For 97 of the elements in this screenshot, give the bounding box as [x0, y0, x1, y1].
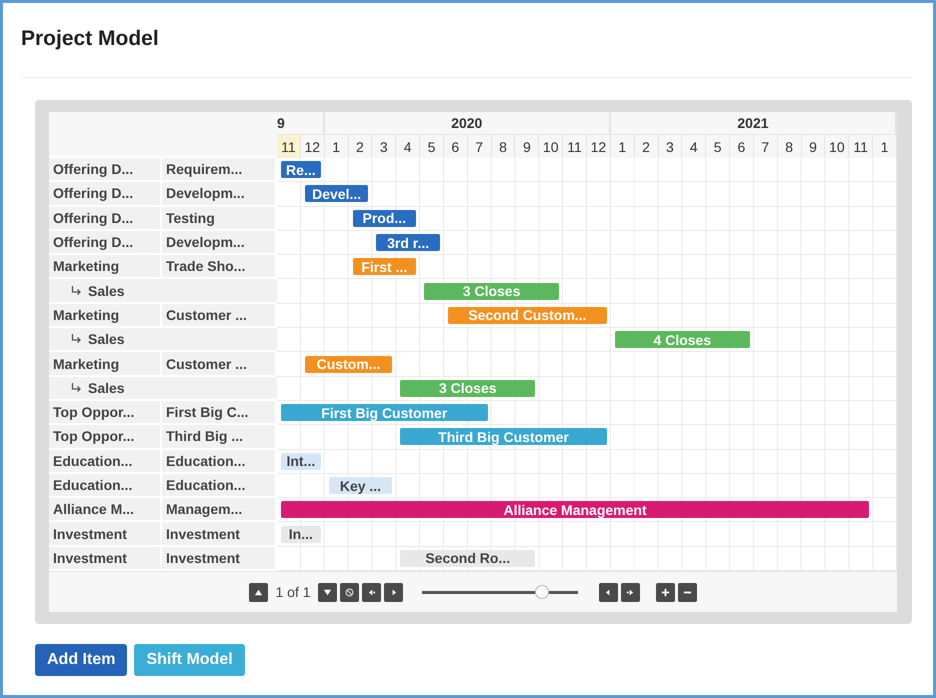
task-bar[interactable]: Third Big Customer	[400, 428, 607, 446]
task-cell: First Big C...	[162, 400, 277, 426]
page-down-button[interactable]	[318, 582, 337, 602]
expand-button[interactable]	[620, 582, 640, 602]
left-arrow-icon	[366, 588, 376, 597]
task-cell: Requirem...	[162, 158, 277, 182]
up-arrow-icon	[254, 588, 264, 597]
zoom-in-button[interactable]	[656, 582, 675, 602]
year-label: 2020	[451, 115, 482, 131]
page-indicator: 1 of 1	[275, 584, 311, 600]
add-item-button[interactable]: Add Item	[35, 644, 128, 676]
group-cell: Marketing	[49, 255, 162, 280]
month-label: 6	[444, 135, 468, 158]
task-bar[interactable]: 4 Closes	[614, 331, 750, 348]
task-bar[interactable]: Re...	[281, 161, 321, 178]
task-bar[interactable]: Alliance Management	[281, 501, 870, 518]
task-bar[interactable]: Second Ro...	[400, 550, 536, 567]
group-cell: Marketing	[49, 304, 162, 328]
shift-model-button[interactable]: Shift Model	[134, 644, 245, 676]
task-bar[interactable]: 3 Closes	[400, 380, 536, 397]
child-arrow-icon	[71, 382, 82, 393]
month-label: 7	[468, 135, 492, 158]
task-cell: Customer ...	[162, 352, 277, 377]
year-label: 2021	[737, 115, 769, 131]
task-cell: Education...	[162, 474, 277, 498]
subtask-label: Sales	[88, 331, 125, 348]
page-up-button[interactable]	[249, 582, 268, 602]
month-label: 5	[420, 135, 444, 158]
month-label: 8	[778, 135, 802, 158]
month-label: 5	[706, 135, 730, 158]
group-cell: Offering D...	[49, 158, 162, 182]
task-bar[interactable]: 3rd r...	[376, 234, 440, 252]
group-cell: Top Oppor...	[49, 425, 162, 450]
plus-icon	[660, 588, 670, 597]
month-label: 9	[515, 135, 540, 158]
scroll-left-button[interactable]	[362, 582, 381, 602]
group-cell: Offering D...	[49, 182, 162, 207]
task-cell: Testing	[162, 206, 277, 231]
month-label: 1	[324, 135, 349, 158]
month-label: 2	[634, 135, 658, 158]
month-label: 3	[658, 135, 682, 158]
task-bar[interactable]: Key ...	[328, 477, 392, 494]
task-cell: Customer ...	[162, 304, 277, 328]
month-label: 11	[277, 135, 301, 158]
zoom-out-button[interactable]	[678, 582, 697, 602]
child-arrow-icon	[71, 334, 82, 344]
child-arrow-icon	[71, 286, 82, 296]
task-bar[interactable]: First Big Customer	[281, 404, 488, 422]
shrink-button[interactable]	[598, 582, 618, 602]
task-bar[interactable]: Int...	[281, 452, 321, 470]
task-cell: Education...	[162, 450, 277, 474]
group-cell: Education...	[49, 450, 162, 474]
month-label: 8	[492, 135, 516, 158]
group-cell: Education...	[49, 474, 162, 498]
down-arrow-icon	[322, 588, 332, 597]
month-label: 3	[372, 135, 396, 158]
task-cell: Investment	[162, 546, 277, 572]
month-label: 7	[754, 135, 778, 158]
month-label: 12	[300, 135, 325, 158]
month-label: 9	[802, 135, 826, 158]
task-cell: Trade Sho...	[162, 255, 277, 280]
slider-thumb[interactable]	[534, 585, 549, 600]
group-cell: Offering D...	[49, 230, 162, 256]
page-title: Project Model	[21, 27, 912, 78]
task-bar[interactable]: Devel...	[304, 185, 368, 202]
year-label: 9	[277, 115, 285, 131]
group-cell: Marketing	[49, 352, 162, 377]
month-label: 4	[396, 135, 420, 158]
month-label: 10	[539, 135, 564, 158]
group-cell: Top Oppor...	[49, 400, 162, 426]
month-label: 1	[610, 135, 635, 158]
group-cell: Alliance M...	[49, 498, 162, 522]
task-cell: Developm...	[162, 182, 277, 207]
month-label: 11	[563, 135, 587, 158]
scroll-right-button[interactable]	[384, 582, 403, 602]
right-arrow-icon	[626, 588, 635, 597]
group-cell: Investment	[49, 522, 162, 547]
month-label: 4	[682, 135, 706, 158]
task-cell: Managem...	[162, 498, 277, 522]
month-label: 12	[586, 135, 611, 158]
month-label: 1	[873, 135, 897, 158]
month-label: 10	[825, 135, 850, 158]
task-bar[interactable]: Prod...	[352, 210, 416, 227]
task-bar[interactable]: 3 Closes	[424, 282, 560, 300]
month-label: 6	[730, 135, 754, 158]
subtask-label: Sales	[88, 380, 125, 396]
task-cell: Developm...	[162, 230, 277, 256]
month-label: 2	[348, 135, 372, 158]
subtask-label: Sales	[88, 282, 125, 299]
month-label: 11	[849, 135, 874, 158]
group-cell: Offering D...	[49, 206, 162, 231]
task-cell: Third Big ...	[162, 425, 277, 450]
group-cell: Investment	[49, 546, 162, 572]
reset-button[interactable]	[340, 582, 359, 602]
cancel-icon	[344, 588, 354, 597]
task-bar[interactable]: In...	[281, 526, 321, 543]
task-cell: Investment	[162, 522, 277, 547]
